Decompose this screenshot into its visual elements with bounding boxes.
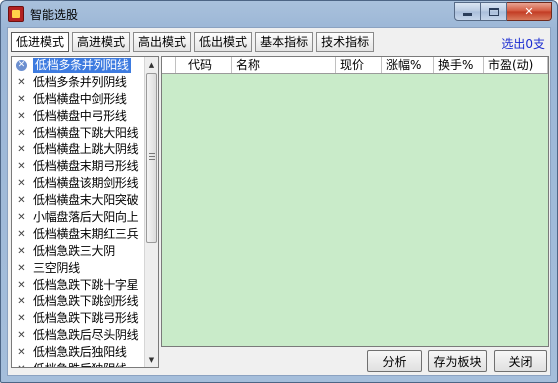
tab-low-entry[interactable]: 低进模式	[11, 32, 70, 52]
minimize-icon	[463, 13, 472, 16]
strategy-label: 低档横盘上跳大阴线	[33, 142, 139, 157]
scroll-up-icon[interactable]: ▲	[145, 57, 158, 72]
grip-icon	[149, 153, 155, 160]
strategy-label: 低档急跌下跳弓形线	[33, 311, 139, 326]
tab-technical-indicators[interactable]: 技术指标	[316, 32, 375, 52]
list-item[interactable]: ✕ 三空阴线	[12, 260, 145, 277]
smart-stock-picker-window: 智能选股 ✕ 低进模式 高进模式 高出模式 低出模式 基本指标 技术指标 选出0…	[0, 0, 558, 383]
maximize-icon	[488, 7, 499, 16]
strategy-list: ✕ 低档多条并列阳线 ✕ 低档多条并列阴线 ✕ 低档横盘中剑形线 ✕ 低档横盘中弓形线 ✕ 低档横…	[12, 57, 145, 367]
tab-high-entry[interactable]: 高进模式	[72, 32, 131, 52]
strategy-label: 低档急跌下跳十字星	[33, 277, 139, 292]
list-item[interactable]: ✕ 低档急跌下跳十字星	[12, 277, 145, 294]
strategy-label: 低档横盘末期红三兵	[33, 226, 139, 241]
maximize-button[interactable]	[481, 2, 507, 21]
list-item[interactable]: ✕ 低档急跌下跳弓形线	[12, 310, 145, 327]
remove-icon[interactable]: ✕	[16, 313, 27, 324]
strategy-label: 低档多条并列阴线	[33, 74, 127, 89]
remove-icon[interactable]: ✕	[16, 111, 27, 122]
strategy-label: 低档横盘下跳大阳线	[33, 125, 139, 140]
strategy-label: 低档多条并列阳线	[33, 57, 131, 73]
remove-icon[interactable]: ✕	[16, 161, 27, 172]
list-item[interactable]: ✕ 低档横盘下跳大阳线	[12, 125, 145, 142]
column-turnover-pct[interactable]: 换手%	[434, 57, 484, 73]
remove-icon[interactable]: ✕	[16, 212, 27, 223]
column-name[interactable]: 名称	[232, 57, 336, 73]
remove-icon[interactable]: ✕	[16, 364, 27, 367]
column-change-pct[interactable]: 涨幅%	[382, 57, 434, 73]
strategy-label: 低档横盘末期弓形线	[33, 159, 139, 174]
strategy-label: 低档急跌后独阴线	[33, 362, 127, 367]
strategy-list-scrollbar[interactable]: ▲ ▼	[144, 57, 158, 367]
list-item[interactable]: ✕ 低档多条并列阴线	[12, 74, 145, 91]
close-icon: ✕	[524, 5, 534, 18]
remove-icon[interactable]: ✕	[16, 229, 27, 240]
strategy-label: 低档急跌后独阳线	[33, 345, 127, 360]
tab-low-exit[interactable]: 低出模式	[194, 32, 253, 52]
grid-header: 代码 名称 现价 涨幅% 换手% 市盈(动)	[162, 57, 548, 74]
scroll-down-icon[interactable]: ▼	[145, 352, 158, 367]
remove-icon[interactable]: ✕	[16, 144, 27, 155]
list-item[interactable]: ✕ 低档横盘该期剑形线	[12, 175, 145, 192]
analyze-button[interactable]: 分析	[367, 350, 422, 372]
remove-icon[interactable]: ✕	[16, 178, 27, 189]
remove-icon[interactable]: ✕	[16, 128, 27, 139]
strategy-label: 小幅盘落后大阳向上	[33, 209, 139, 224]
strategy-label: 低档急跌后尽头阴线	[33, 328, 139, 343]
list-item[interactable]: ✕ 低档急跌后独阳线	[12, 344, 145, 361]
scroll-thumb[interactable]	[146, 73, 157, 243]
strategy-label: 低档横盘末大阳突破	[33, 193, 139, 208]
list-item[interactable]: ✕ 低档横盘末期红三兵	[12, 226, 145, 243]
remove-icon[interactable]: ✕	[16, 263, 27, 274]
remove-icon[interactable]: ✕	[16, 347, 27, 358]
strategy-label: 三空阴线	[33, 260, 80, 275]
remove-icon[interactable]: ✕	[16, 59, 27, 71]
mode-tabs: 低进模式 高进模式 高出模式 低出模式 基本指标 技术指标	[11, 32, 377, 52]
list-item[interactable]: ✕ 低档急跌三大阴	[12, 243, 145, 260]
list-item[interactable]: ✕ 低档横盘末期弓形线	[12, 158, 145, 175]
tab-basic-indicators[interactable]: 基本指标	[255, 32, 314, 52]
column-pe-dynamic[interactable]: 市盈(动)	[484, 57, 548, 73]
selected-count: 选出0支	[501, 37, 545, 51]
window-title: 智能选股	[30, 8, 79, 22]
row-number-header	[162, 57, 176, 73]
list-item[interactable]: ✕ 低档横盘末大阳突破	[12, 192, 145, 209]
column-price[interactable]: 现价	[336, 57, 382, 73]
results-grid[interactable]: 代码 名称 现价 涨幅% 换手% 市盈(动)	[161, 56, 549, 347]
client-area: 低进模式 高进模式 高出模式 低出模式 基本指标 技术指标 选出0支 ✕ 低档多条…	[7, 27, 551, 376]
strategy-label: 低档横盘该期剑形线	[33, 176, 139, 191]
list-item[interactable]: ✕ 低档多条并列阳线	[12, 57, 145, 74]
app-icon	[8, 6, 24, 22]
list-item[interactable]: ✕ 低档急跌后独阴线	[12, 361, 145, 367]
strategy-label: 低档横盘中弓形线	[33, 108, 127, 123]
remove-icon[interactable]: ✕	[16, 330, 27, 341]
close-window-button[interactable]: ✕	[507, 2, 552, 21]
remove-icon[interactable]: ✕	[16, 94, 27, 105]
remove-icon[interactable]: ✕	[16, 195, 27, 206]
remove-icon[interactable]: ✕	[16, 77, 27, 88]
remove-icon[interactable]: ✕	[16, 246, 27, 257]
list-item[interactable]: ✕ 低档急跌下跳剑形线	[12, 293, 145, 310]
remove-icon[interactable]: ✕	[16, 296, 27, 307]
strategy-label: 低档横盘中剑形线	[33, 91, 127, 106]
strategy-label: 低档急跌下跳剑形线	[33, 294, 139, 309]
remove-icon[interactable]: ✕	[16, 280, 27, 291]
list-item[interactable]: ✕ 低档横盘上跳大阴线	[12, 141, 145, 158]
window-controls: ✕	[454, 2, 552, 21]
tab-high-exit[interactable]: 高出模式	[133, 32, 192, 52]
strategy-list-panel: ✕ 低档多条并列阳线 ✕ 低档多条并列阴线 ✕ 低档横盘中剑形线 ✕ 低档横盘中弓形线 ✕ 低档横…	[11, 56, 159, 368]
save-block-button[interactable]: 存为板块	[428, 350, 487, 372]
list-item[interactable]: ✕ 低档横盘中剑形线	[12, 91, 145, 108]
list-item[interactable]: ✕ 低档急跌后尽头阴线	[12, 327, 145, 344]
minimize-button[interactable]	[454, 2, 481, 21]
strategy-label: 低档急跌三大阴	[33, 243, 115, 258]
list-item[interactable]: ✕ 小幅盘落后大阳向上	[12, 209, 145, 226]
list-item[interactable]: ✕ 低档横盘中弓形线	[12, 108, 145, 125]
column-code[interactable]: 代码	[176, 57, 232, 73]
close-button[interactable]: 关闭	[494, 350, 547, 372]
title-bar[interactable]: 智能选股 ✕	[1, 1, 557, 27]
